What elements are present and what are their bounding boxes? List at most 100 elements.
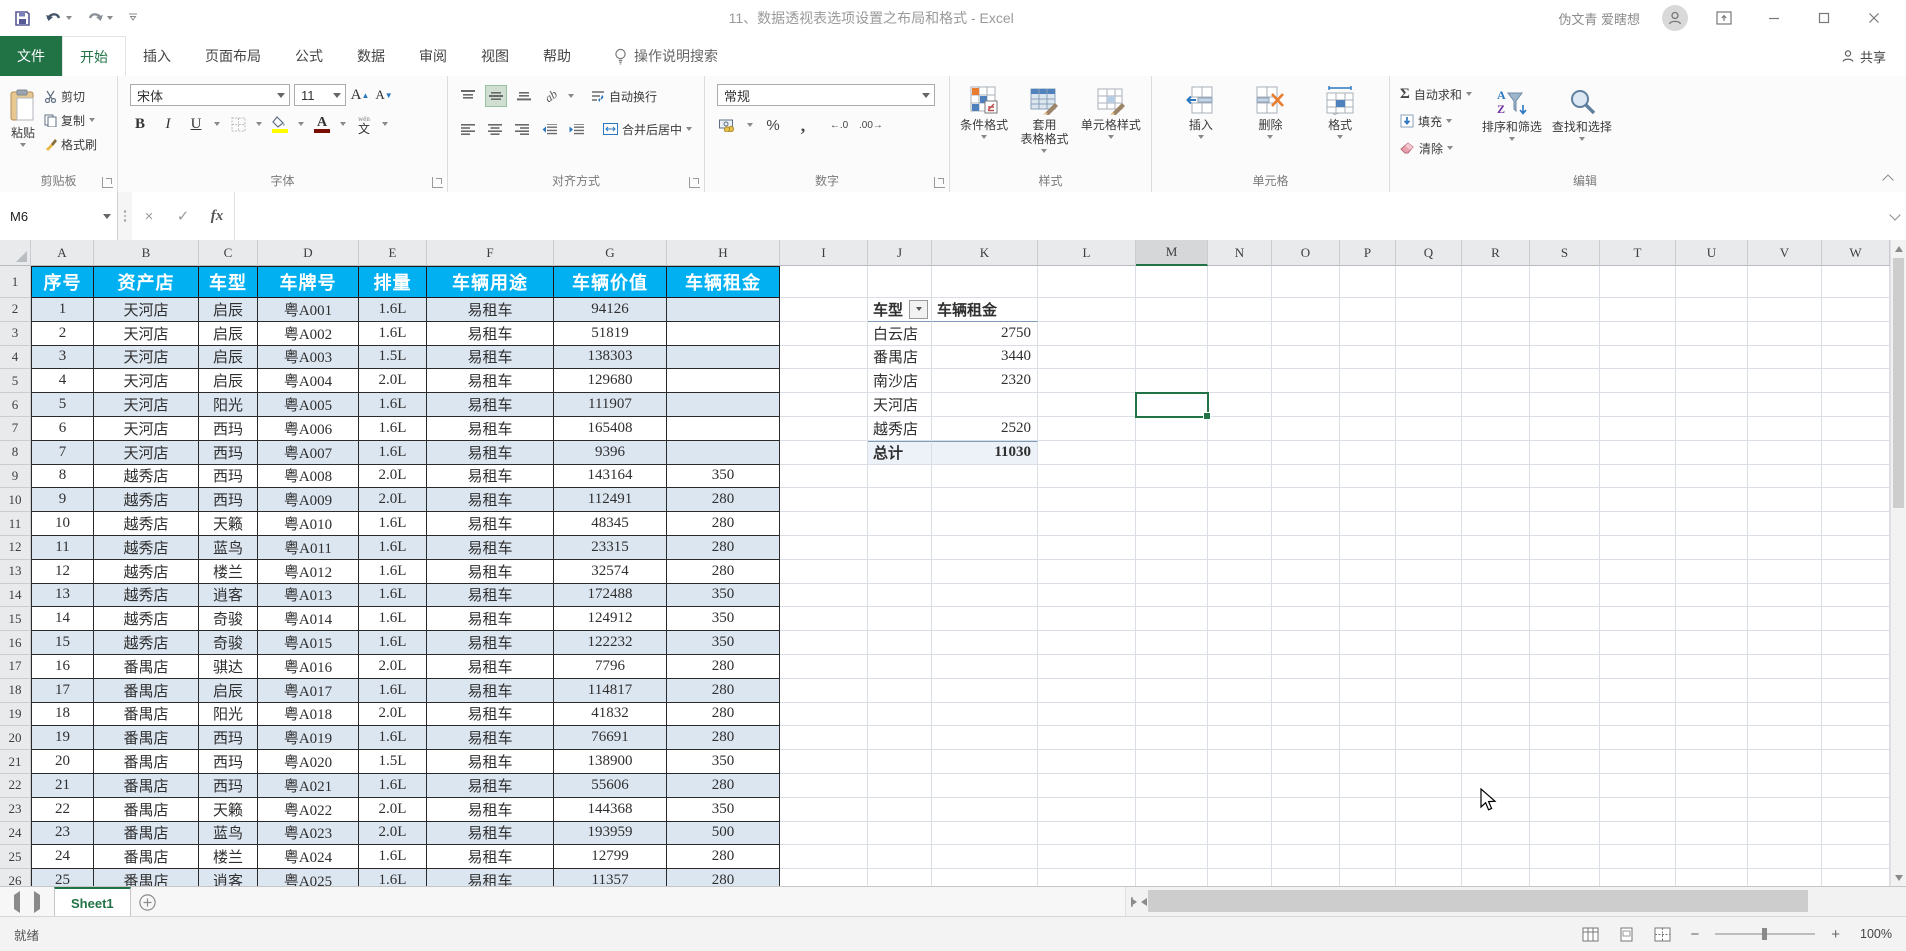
cell-G24[interactable]: 193959 (554, 822, 667, 846)
cell-E1[interactable]: 排量 (359, 266, 427, 298)
cell-E19[interactable]: 2.0L (359, 703, 427, 727)
cell-F15[interactable]: 易租车 (427, 607, 554, 631)
cell-I10[interactable] (780, 488, 868, 512)
zoom-out-button[interactable]: − (1686, 926, 1703, 943)
cell-B11[interactable]: 越秀店 (94, 512, 199, 536)
cell-O1[interactable] (1272, 266, 1340, 298)
cell-T6[interactable] (1600, 393, 1676, 417)
cell-V18[interactable] (1748, 679, 1822, 703)
cell-S14[interactable] (1530, 584, 1600, 608)
cell-K16[interactable] (932, 631, 1038, 655)
cell-J25[interactable] (868, 845, 932, 869)
scroll-up-button[interactable] (1891, 240, 1906, 257)
cell-M11[interactable] (1136, 512, 1208, 536)
fill-color-dropdown-arrow[interactable] (298, 122, 304, 126)
cell-D10[interactable]: 粤A009 (258, 488, 359, 512)
cell-F7[interactable]: 易租车 (427, 417, 554, 441)
cell-T20[interactable] (1600, 726, 1676, 750)
cell-W26[interactable] (1822, 869, 1890, 886)
cell-J8[interactable]: 总计 (868, 441, 932, 465)
cell-O17[interactable] (1272, 655, 1340, 679)
cell-K21[interactable] (932, 750, 1038, 774)
align-top-button[interactable] (458, 86, 478, 106)
cell-L19[interactable] (1038, 703, 1136, 727)
cell-W11[interactable] (1822, 512, 1890, 536)
cell-M2[interactable] (1136, 298, 1208, 322)
cell-S10[interactable] (1530, 488, 1600, 512)
cell-Q12[interactable] (1396, 536, 1462, 560)
bold-button[interactable]: B (130, 114, 150, 134)
cell-G16[interactable]: 122232 (554, 631, 667, 655)
delete-cells-button[interactable]: 删除 (1255, 78, 1285, 139)
cell-F14[interactable]: 易租车 (427, 584, 554, 608)
column-header-K[interactable]: K (932, 240, 1038, 266)
cell-M4[interactable] (1136, 346, 1208, 370)
cell-E24[interactable]: 2.0L (359, 822, 427, 846)
cell-A26[interactable]: 25 (31, 869, 94, 886)
cell-L4[interactable] (1038, 346, 1136, 370)
cell-V10[interactable] (1748, 488, 1822, 512)
cell-R23[interactable] (1462, 798, 1530, 822)
tab-开始[interactable]: 开始 (62, 36, 126, 77)
cell-L10[interactable] (1038, 488, 1136, 512)
cell-B25[interactable]: 番禺店 (94, 845, 199, 869)
cell-L12[interactable] (1038, 536, 1136, 560)
cell-A5[interactable]: 4 (31, 369, 94, 393)
cell-I25[interactable] (780, 845, 868, 869)
increase-decimal-button[interactable]: ←.0 (829, 115, 849, 135)
cell-K9[interactable] (932, 465, 1038, 489)
row-header-8[interactable]: 8 (0, 441, 31, 465)
zoom-slider[interactable] (1715, 933, 1815, 935)
cell-S9[interactable] (1530, 465, 1600, 489)
cell-T3[interactable] (1600, 322, 1676, 346)
cell-D22[interactable]: 粤A021 (258, 774, 359, 798)
cell-A3[interactable]: 2 (31, 322, 94, 346)
cell-D2[interactable]: 粤A001 (258, 298, 359, 322)
cell-M26[interactable] (1136, 869, 1208, 886)
cell-T19[interactable] (1600, 703, 1676, 727)
cell-J14[interactable] (868, 584, 932, 608)
cell-L9[interactable] (1038, 465, 1136, 489)
row-header-26[interactable]: 26 (0, 869, 31, 886)
cell-U24[interactable] (1676, 822, 1748, 846)
cell-M8[interactable] (1136, 441, 1208, 465)
cell-E25[interactable]: 1.6L (359, 845, 427, 869)
paste-dropdown-arrow[interactable] (20, 143, 26, 147)
cell-J11[interactable] (868, 512, 932, 536)
cell-F23[interactable]: 易租车 (427, 798, 554, 822)
horizontal-scrollbar[interactable] (1125, 887, 1906, 917)
row-header-7[interactable]: 7 (0, 417, 31, 441)
tell-me-search[interactable]: 操作说明搜索 (614, 36, 718, 76)
percent-style-button[interactable]: % (763, 115, 783, 135)
cell-U5[interactable] (1676, 369, 1748, 393)
cell-E22[interactable]: 1.6L (359, 774, 427, 798)
cell-O10[interactable] (1272, 488, 1340, 512)
cell-N6[interactable] (1208, 393, 1272, 417)
sheet-tab-sheet1[interactable]: Sheet1 (54, 887, 131, 917)
expand-formula-bar-button[interactable] (1884, 192, 1906, 240)
cell-C23[interactable]: 天籁 (199, 798, 258, 822)
cell-D1[interactable]: 车牌号 (258, 266, 359, 298)
cell-U11[interactable] (1676, 512, 1748, 536)
cell-N26[interactable] (1208, 869, 1272, 886)
cell-O2[interactable] (1272, 298, 1340, 322)
cell-E18[interactable]: 1.6L (359, 679, 427, 703)
cell-I14[interactable] (780, 584, 868, 608)
cell-U15[interactable] (1676, 607, 1748, 631)
cell-I7[interactable] (780, 417, 868, 441)
cell-B26[interactable]: 番禺店 (94, 869, 199, 886)
cell-M23[interactable] (1136, 798, 1208, 822)
cell-A12[interactable]: 11 (31, 536, 94, 560)
cell-U1[interactable] (1676, 266, 1748, 298)
column-header-U[interactable]: U (1676, 240, 1748, 266)
cell-J17[interactable] (868, 655, 932, 679)
cell-E2[interactable]: 1.6L (359, 298, 427, 322)
cell-J5[interactable]: 南沙店 (868, 369, 932, 393)
cell-T12[interactable] (1600, 536, 1676, 560)
cell-J4[interactable]: 番禺店 (868, 346, 932, 370)
row-header-13[interactable]: 13 (0, 560, 31, 584)
cell-B16[interactable]: 越秀店 (94, 631, 199, 655)
cell-T26[interactable] (1600, 869, 1676, 886)
tab-公式[interactable]: 公式 (278, 36, 340, 76)
cell-M25[interactable] (1136, 845, 1208, 869)
